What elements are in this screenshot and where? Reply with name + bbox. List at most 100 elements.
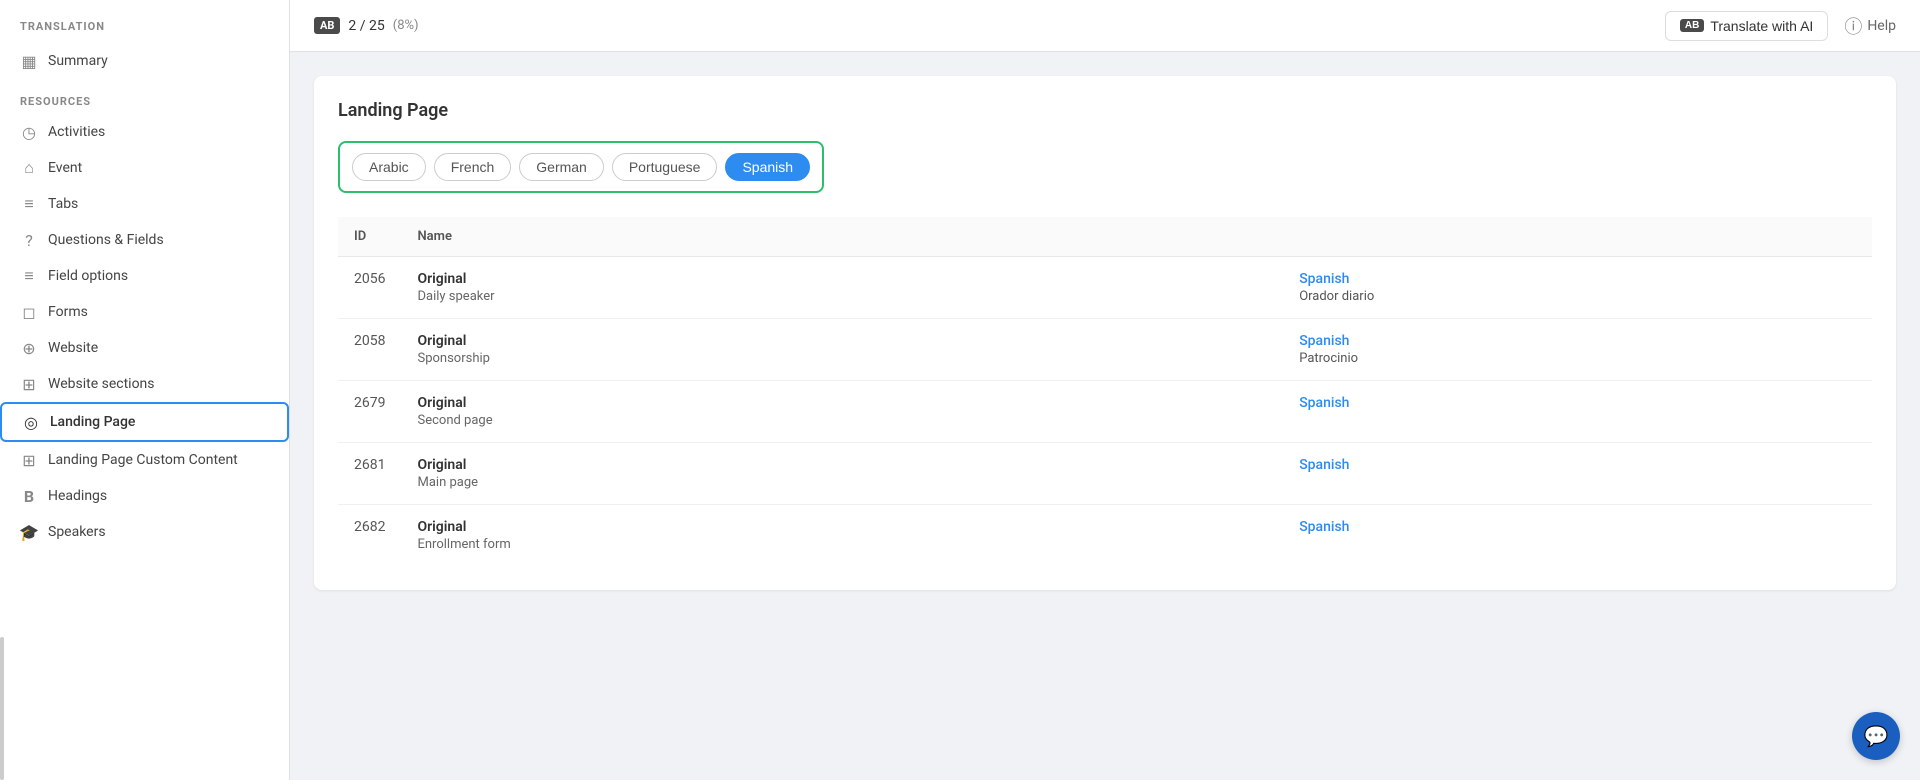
lang-tab-portuguese[interactable]: Portuguese: [612, 153, 718, 181]
scrollbar-thumb[interactable]: [0, 637, 4, 780]
field-options-icon: ≡: [20, 267, 38, 285]
sidebar-item-landing-page[interactable]: ◎ Landing Page: [0, 402, 289, 442]
cell-name: Original Main page: [401, 443, 1283, 505]
translate-ai-button[interactable]: AB Translate with AI: [1665, 11, 1828, 41]
original-value: Daily speaker: [417, 289, 1267, 304]
badge-letters: AB: [320, 19, 334, 32]
translation-badge: AB: [314, 17, 340, 34]
lang-tab-spanish[interactable]: Spanish: [725, 153, 810, 181]
help-icon: ⓘ: [1844, 13, 1862, 39]
sidebar-item-label: Event: [48, 160, 82, 176]
translation-table: ID Name 2056 Original Daily speaker Span…: [338, 217, 1872, 566]
spanish-link[interactable]: Spanish: [1299, 457, 1856, 473]
table-row: 2679 Original Second page Spanish: [338, 381, 1872, 443]
cell-name: Original Sponsorship: [401, 319, 1283, 381]
sidebar-item-forms[interactable]: ◻ Forms: [0, 294, 289, 330]
tabs-icon: ≡: [20, 195, 38, 213]
sidebar-item-label: Headings: [48, 488, 107, 504]
header-left: AB 2 / 25 (8%): [314, 17, 419, 34]
chat-icon: 💬: [1864, 724, 1889, 748]
sidebar-item-website-sections[interactable]: ⊞ Website sections: [0, 366, 289, 402]
language-tabs-wrapper: Arabic French German Portuguese Spanish: [338, 141, 824, 193]
sidebar-item-landing-page-custom[interactable]: ⊞ Landing Page Custom Content: [0, 442, 289, 478]
sidebar-item-label: Landing Page Custom Content: [48, 452, 238, 468]
original-label: Original: [417, 395, 1267, 411]
translate-ai-label: Translate with AI: [1710, 18, 1813, 34]
sidebar-item-headings[interactable]: B Headings: [0, 478, 289, 514]
sidebar-item-activities[interactable]: ◷ Activities: [0, 114, 289, 150]
cell-translation: Spanish: [1283, 505, 1872, 567]
spanish-link[interactable]: Spanish: [1299, 519, 1856, 535]
translation-value: Patrocinio: [1299, 351, 1856, 366]
sidebar-item-field-options[interactable]: ≡ Field options: [0, 258, 289, 294]
card-title: Landing Page: [338, 100, 1872, 121]
translation-pct: (8%): [393, 18, 419, 33]
col-header-name: Name: [401, 217, 1283, 257]
website-icon: ⊕: [20, 339, 38, 357]
lang-tab-german[interactable]: German: [519, 153, 604, 181]
cell-id: 2056: [338, 257, 401, 319]
spanish-link[interactable]: Spanish: [1299, 271, 1856, 287]
headings-icon: B: [20, 487, 38, 505]
original-value: Second page: [417, 413, 1267, 428]
sidebar-item-label: Forms: [48, 304, 88, 320]
sidebar-item-speakers[interactable]: 🎓 Speakers: [0, 514, 289, 550]
app-title: TRANSLATION: [0, 0, 289, 43]
header-right: AB Translate with AI ⓘ Help: [1665, 11, 1896, 41]
sidebar-item-summary[interactable]: ▦ Summary: [0, 43, 289, 79]
original-label: Original: [417, 271, 1267, 287]
table-row: 2058 Original Sponsorship Spanish Patroc…: [338, 319, 1872, 381]
translation-value: Orador diario: [1299, 289, 1856, 304]
original-label: Original: [417, 333, 1267, 349]
chat-button[interactable]: 💬: [1852, 712, 1900, 760]
cell-id: 2682: [338, 505, 401, 567]
sidebar-item-label: Website sections: [48, 376, 155, 392]
forms-icon: ◻: [20, 303, 38, 321]
cell-id: 2058: [338, 319, 401, 381]
cell-id: 2679: [338, 381, 401, 443]
cell-translation: Spanish Patrocinio: [1283, 319, 1872, 381]
sidebar-item-event[interactable]: ⌂ Event: [0, 150, 289, 186]
content-area: Landing Page Arabic French German Portug…: [290, 52, 1920, 780]
sidebar-item-questions-fields[interactable]: ? Questions & Fields: [0, 222, 289, 258]
sidebar-item-label: Website: [48, 340, 98, 356]
cell-translation: Spanish: [1283, 381, 1872, 443]
spanish-link[interactable]: Spanish: [1299, 333, 1856, 349]
chart-icon: ▦: [20, 52, 38, 70]
translation-count: 2 / 25: [348, 18, 384, 34]
main-content: AB 2 / 25 (8%) AB Translate with AI ⓘ He…: [290, 0, 1920, 780]
sidebar: TRANSLATION ▦ Summary RESOURCES ◷ Activi…: [0, 0, 290, 780]
col-header-id: ID: [338, 217, 401, 257]
sidebar-item-tabs[interactable]: ≡ Tabs: [0, 186, 289, 222]
sidebar-item-label: Speakers: [48, 524, 106, 540]
sidebar-item-label: Summary: [48, 53, 108, 69]
table-row: 2681 Original Main page Spanish: [338, 443, 1872, 505]
cell-name: Original Daily speaker: [401, 257, 1283, 319]
sidebar-item-website[interactable]: ⊕ Website: [0, 330, 289, 366]
spanish-link[interactable]: Spanish: [1299, 395, 1856, 411]
cell-id: 2681: [338, 443, 401, 505]
header-bar: AB 2 / 25 (8%) AB Translate with AI ⓘ He…: [290, 0, 1920, 52]
cell-translation: Spanish Orador diario: [1283, 257, 1872, 319]
speakers-icon: 🎓: [20, 523, 38, 541]
sidebar-item-label: Questions & Fields: [48, 232, 164, 248]
landing-page-custom-icon: ⊞: [20, 451, 38, 469]
original-value: Enrollment form: [417, 537, 1267, 552]
sidebar-item-label: Activities: [48, 124, 105, 140]
sidebar-item-label: Landing Page: [50, 414, 135, 430]
event-icon: ⌂: [20, 159, 38, 177]
help-label: Help: [1867, 18, 1896, 34]
original-label: Original: [417, 457, 1267, 473]
activities-icon: ◷: [20, 123, 38, 141]
lang-tab-french[interactable]: French: [434, 153, 512, 181]
cell-translation: Spanish: [1283, 443, 1872, 505]
original-value: Sponsorship: [417, 351, 1267, 366]
cell-name: Original Enrollment form: [401, 505, 1283, 567]
table-row: 2682 Original Enrollment form Spanish: [338, 505, 1872, 567]
table-row: 2056 Original Daily speaker Spanish Orad…: [338, 257, 1872, 319]
cell-name: Original Second page: [401, 381, 1283, 443]
questions-icon: ?: [20, 231, 38, 249]
help-button[interactable]: ⓘ Help: [1844, 13, 1896, 39]
lang-tab-arabic[interactable]: Arabic: [352, 153, 426, 181]
website-sections-icon: ⊞: [20, 375, 38, 393]
